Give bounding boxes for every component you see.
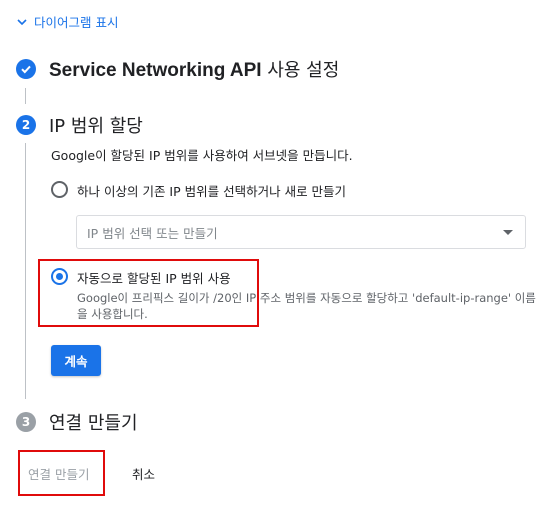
highlight-create-connection	[18, 450, 105, 496]
step-enable-api: Service Networking API 사용 설정	[16, 56, 339, 82]
dropdown-caret-icon	[503, 229, 513, 235]
step-create-connection: 3 연결 만들기	[16, 409, 138, 435]
step-enable-api-title: Service Networking API 사용 설정	[49, 56, 339, 82]
step-enable-api-title-en: Service Networking API	[49, 60, 262, 81]
ip-range-select-placeholder: IP 범위 선택 또는 만들기	[87, 225, 218, 241]
chevron-down-icon	[17, 18, 27, 25]
ip-range-description: Google이 할당된 IP 범위를 사용하여 서브넷을 만듭니다.	[51, 148, 353, 163]
step-number-badge: 2	[16, 115, 36, 135]
radio-existing-ip-range[interactable]	[51, 181, 68, 198]
show-diagram-label: 다이어그램 표시	[34, 15, 119, 30]
ip-range-select[interactable]: IP 범위 선택 또는 만들기	[76, 215, 526, 249]
step-connector-1	[25, 88, 26, 104]
show-diagram-toggle[interactable]: 다이어그램 표시	[16, 12, 118, 31]
step-allocate-ip-range-title-en: IP	[49, 116, 66, 137]
check-icon	[16, 59, 36, 79]
step-connector-2	[25, 143, 26, 399]
step-allocate-ip-range-title-suffix: 범위 할당	[70, 116, 143, 137]
step-allocate-ip-range: 2 IP 범위 할당	[16, 112, 143, 138]
option-existing-ip-range[interactable]: 하나 이상의 기존 IP 범위를 선택하거나 새로 만들기	[51, 181, 346, 200]
step-enable-api-title-suffix: 사용 설정	[267, 60, 340, 81]
continue-button[interactable]: 계속	[51, 345, 101, 376]
step-allocate-ip-range-title: IP 범위 할당	[49, 112, 143, 138]
step-number-badge: 3	[16, 412, 36, 432]
step-create-connection-title: 연결 만들기	[49, 413, 138, 434]
cancel-button[interactable]: 취소	[132, 464, 155, 483]
highlight-auto-ip-range	[38, 259, 259, 327]
option-existing-ip-range-label: 하나 이상의 기존 IP 범위를 선택하거나 새로 만들기	[77, 184, 347, 199]
